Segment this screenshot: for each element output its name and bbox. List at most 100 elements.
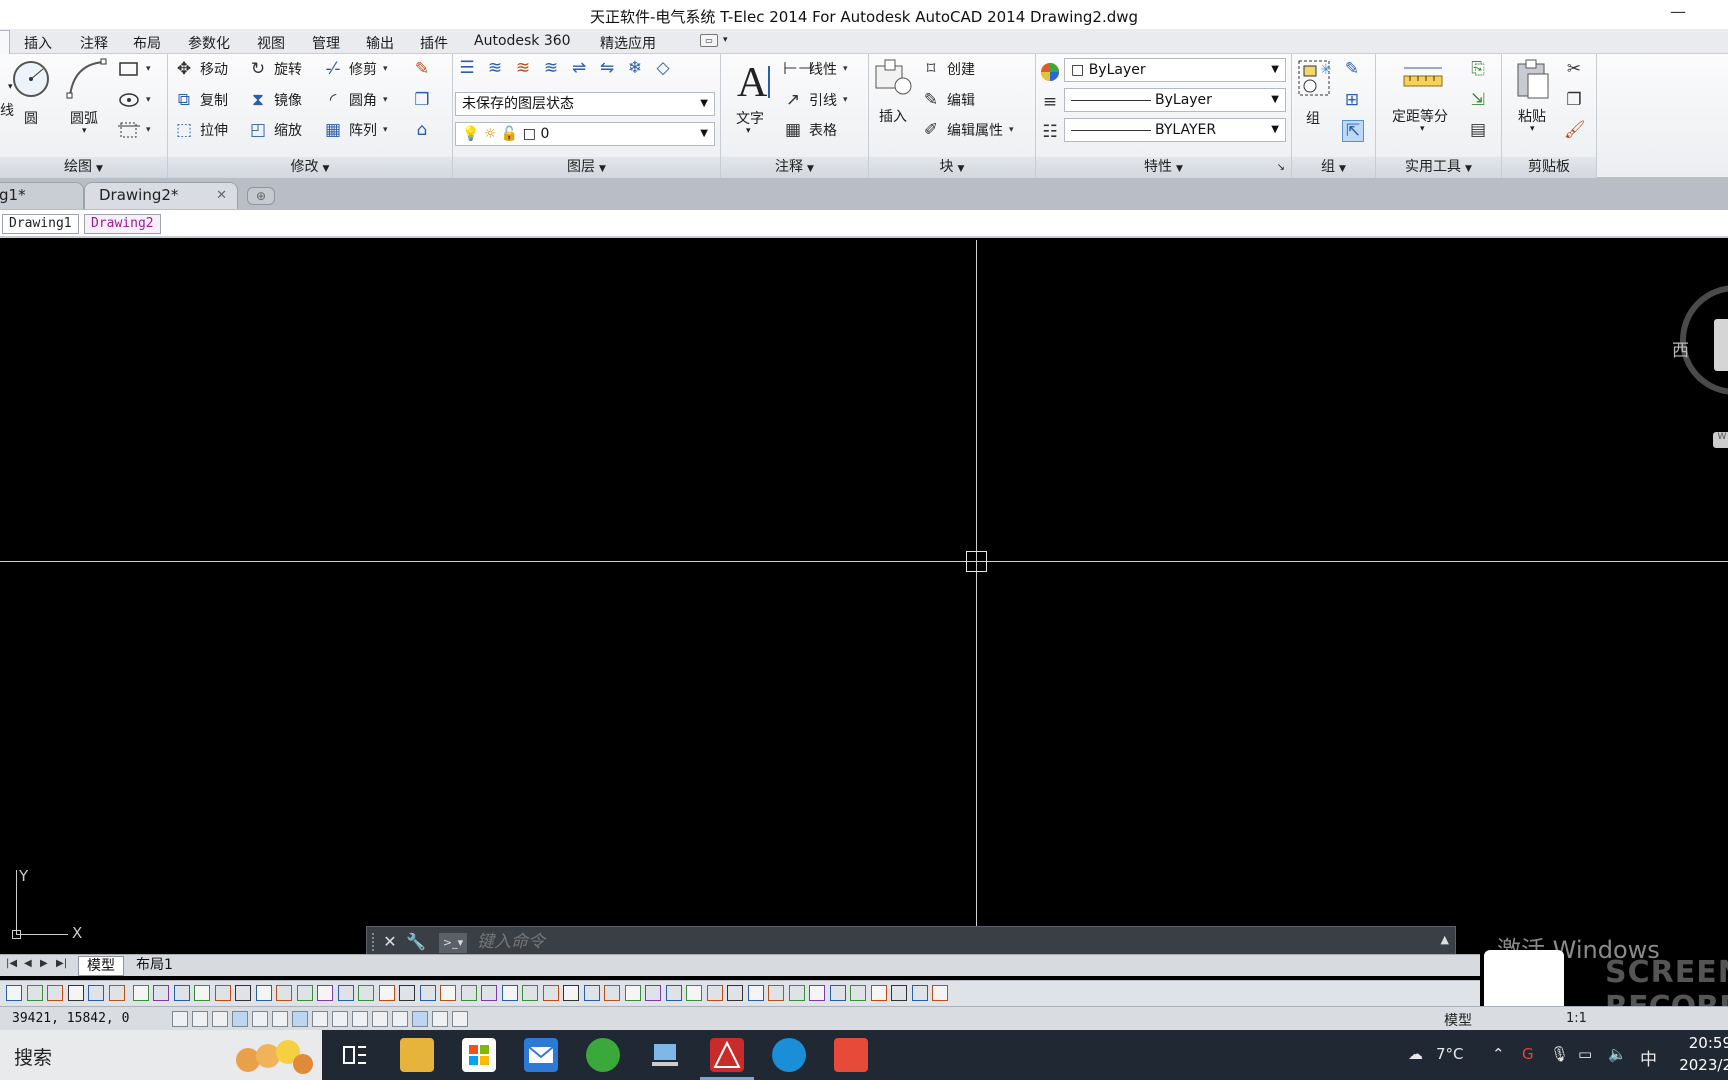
region-tool[interactable]: ▾ [118, 120, 151, 140]
prev-tab-icon[interactable]: ◀ [24, 958, 32, 969]
toolbar-tool-icon[interactable] [809, 985, 825, 1001]
layer-match-icon[interactable]: ⇌ [569, 58, 589, 78]
color-dropdown[interactable]: □ ByLayer ▼ [1064, 58, 1286, 82]
panel-properties-title[interactable]: 特性 ▼ ↘ [1036, 157, 1291, 178]
toolbar-tool-icon[interactable] [194, 985, 210, 1001]
toolbar-tool-icon[interactable] [67, 985, 84, 1001]
chevron-up-icon[interactable]: ▲ [1441, 933, 1449, 946]
panel-annotation-title[interactable]: 注释 ▼ [721, 157, 868, 178]
tab-autodesk360[interactable]: Autodesk 360 [474, 33, 571, 49]
toolbar-tool-icon[interactable] [88, 985, 104, 1001]
first-tab-icon[interactable]: |◀ [6, 958, 17, 969]
autocad-icon[interactable] [700, 1038, 754, 1080]
mirror-button[interactable]: ⧗ 镜像 [248, 90, 302, 110]
chevron-up-icon[interactable]: ⌃ [1492, 1045, 1505, 1063]
tab-layout[interactable]: 布局 [133, 33, 161, 53]
layer-unisolate-icon[interactable]: ≋ [541, 58, 561, 78]
new-tab-button[interactable]: ⊕ [247, 187, 275, 205]
toolbar-tool-icon[interactable] [747, 985, 764, 1001]
status-toggle-icon[interactable] [452, 1011, 468, 1027]
group-select-toggle[interactable]: ⇱ [1342, 120, 1364, 142]
status-toggle-icon[interactable] [332, 1011, 348, 1027]
drawing1-tab[interactable]: Drawing1 [2, 214, 79, 234]
dialog-launcher-icon[interactable]: ↘ [1277, 157, 1285, 178]
color-wheel-icon[interactable] [1040, 62, 1060, 82]
hatch-tool[interactable]: ▾ [118, 90, 151, 110]
layer-off-icon[interactable]: ◇ [653, 58, 673, 78]
toolbar-tool-icon[interactable] [358, 985, 374, 1001]
chevron-down-icon[interactable]: ▾ [8, 82, 13, 92]
status-toggle-icon[interactable] [252, 1011, 268, 1027]
toolbar-tool-icon[interactable] [153, 985, 169, 1001]
file-explorer-icon[interactable] [400, 1038, 434, 1072]
layer-states-icon[interactable]: ≋ [485, 58, 505, 78]
layer-freeze-icon[interactable]: ❄ [625, 58, 645, 78]
tab-output[interactable]: 输出 [366, 33, 394, 53]
status-toggle-icon[interactable] [192, 1011, 208, 1027]
drag-handle[interactable] [372, 933, 376, 951]
google-icon[interactable]: G [1522, 1045, 1534, 1063]
toolbar-tool-icon[interactable] [686, 985, 702, 1001]
toolbar-tool-icon[interactable] [645, 985, 661, 1001]
toolbar-tool-icon[interactable] [6, 985, 22, 1001]
command-prompt-icon[interactable]: >_▾ [439, 933, 467, 953]
select-all-button[interactable]: ⇲ [1468, 90, 1488, 110]
stretch-button[interactable]: ⬚ 拉伸 [174, 120, 228, 140]
toolbar-tool-icon[interactable] [26, 985, 43, 1001]
toolbar-tool-icon[interactable] [317, 985, 333, 1001]
offset-button[interactable]: ⌂ [412, 120, 432, 140]
erase-button[interactable]: ✎ [412, 59, 432, 79]
toolbar-tool-icon[interactable] [399, 985, 415, 1001]
status-toggle-icon[interactable] [372, 1011, 388, 1027]
toolbar-tool-icon[interactable] [214, 985, 231, 1001]
toolbar-tool-icon[interactable] [460, 985, 477, 1001]
edit-attribute-button[interactable]: ✐ 编辑属性 ▾ [921, 120, 1014, 140]
toolbar-tool-icon[interactable] [501, 985, 518, 1001]
toolbar-tool-icon[interactable] [870, 985, 887, 1001]
toolbar-tool-icon[interactable] [419, 985, 436, 1001]
drawing2-tab[interactable]: Drawing2 [84, 214, 161, 234]
panel-layers-title[interactable]: 图层 ▼ [453, 157, 720, 178]
ribbon-minimize-button[interactable]: ▭ [700, 34, 718, 47]
rectangle-tool[interactable]: ▾ [118, 59, 151, 79]
panel-block-title[interactable]: 块 ▼ [869, 157, 1035, 178]
status-toggle-icon[interactable] [432, 1011, 448, 1027]
chevron-down-icon[interactable]: ▾ [723, 35, 728, 45]
drawing-canvas[interactable]: 西 W Y X [0, 240, 1728, 950]
task-view-icon[interactable] [338, 1038, 372, 1072]
lineweight-dropdown[interactable]: BYLAYER ▼ [1064, 118, 1286, 142]
chevron-down-icon[interactable]: ▾ [746, 126, 751, 136]
command-input[interactable] [477, 930, 1377, 954]
copy-button[interactable]: ⧉ 复制 [174, 90, 228, 110]
ime-indicator[interactable]: 中 [1640, 1045, 1657, 1070]
viewcube-west-label[interactable]: 西 [1672, 336, 1689, 361]
toolbar-tool-icon[interactable] [624, 985, 641, 1001]
toolbar-tool-icon[interactable] [583, 985, 600, 1001]
status-toggle-icon[interactable] [412, 1011, 428, 1027]
toolbar-tool-icon[interactable] [440, 985, 456, 1001]
array-button[interactable]: ▦ 阵列 ▾ [323, 120, 388, 140]
status-toggle-icon[interactable] [232, 1011, 248, 1027]
toolbar-tool-icon[interactable] [768, 985, 784, 1001]
doc-tab-drawing1[interactable]: g1* [0, 182, 84, 209]
taskbar-search[interactable]: 搜索 [0, 1030, 322, 1080]
chevron-down-icon[interactable]: ▾ [82, 126, 87, 136]
browser-icon[interactable] [586, 1038, 620, 1072]
line-partial-label[interactable]: 线 [0, 100, 14, 120]
toolbar-tool-icon[interactable] [481, 985, 497, 1001]
tab-parametric[interactable]: 参数化 [188, 33, 230, 53]
tab-plugins[interactable]: 插件 [420, 33, 448, 53]
toolbar-tool-icon[interactable] [604, 985, 620, 1001]
trim-button[interactable]: -⁄- 修剪 ▾ [323, 59, 387, 79]
layer-properties-icon[interactable]: ☰ [457, 58, 477, 78]
model-tab[interactable]: 模型 [78, 956, 124, 976]
weather-icon[interactable]: ☁ [1408, 1045, 1423, 1063]
layer-dropdown[interactable]: 💡 ☼ 🔓 □ 0 ▼ [455, 122, 715, 146]
microphone-icon[interactable]: 🎙 [1550, 1045, 1569, 1063]
chevron-down-icon[interactable]: ▾ [1530, 124, 1535, 134]
toolbar-tool-icon[interactable] [255, 985, 272, 1001]
status-toggle-icon[interactable] [212, 1011, 228, 1027]
toolbar-tool-icon[interactable] [337, 985, 354, 1001]
cut-button[interactable]: ✂ [1564, 59, 1584, 79]
tab-annotate[interactable]: 注释 [80, 33, 108, 53]
